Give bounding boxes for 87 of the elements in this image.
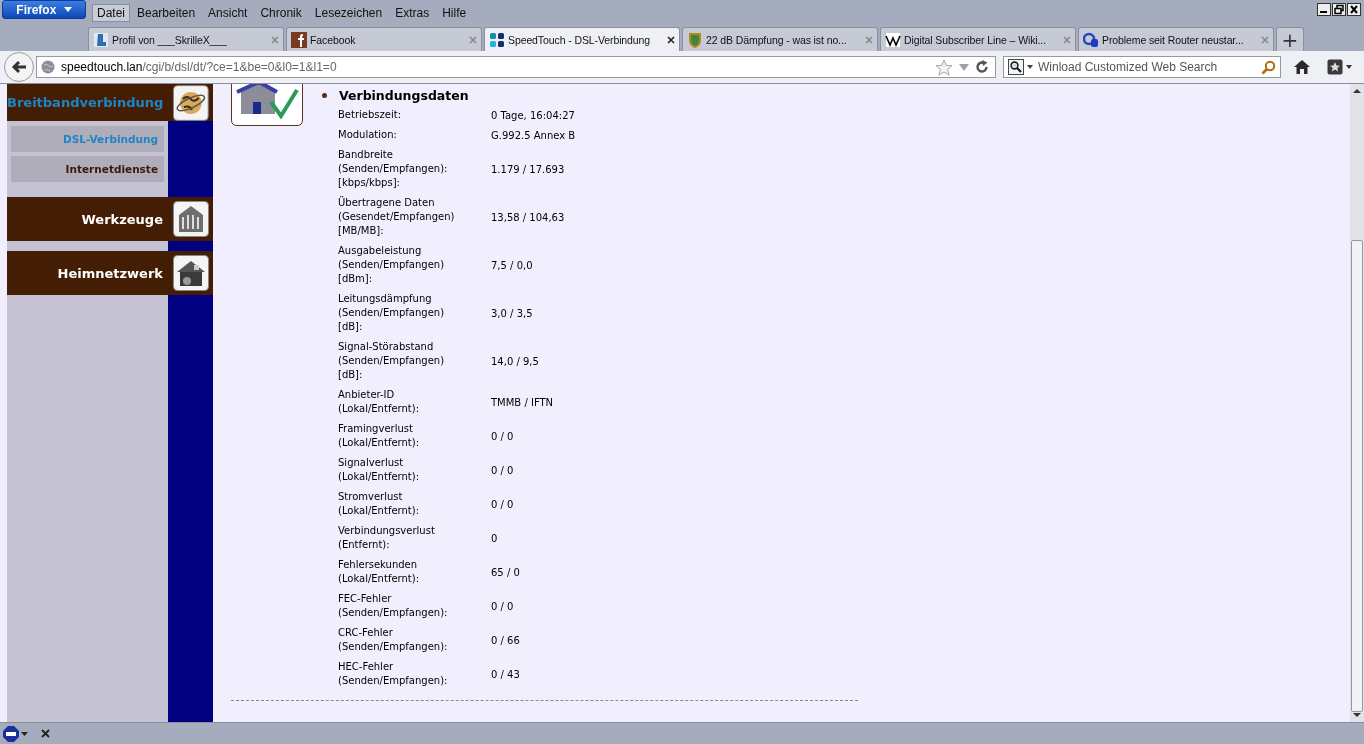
menu-item[interactable]: Chronik	[254, 3, 308, 22]
menu-item[interactable]: Ansicht	[202, 3, 254, 22]
field-label: Framingverlust (Lokal/Entfernt):	[338, 422, 421, 450]
section-heading: Verbindungsdaten	[339, 88, 469, 103]
field-value: 0 / 0	[491, 498, 514, 510]
speedtouch-icon	[489, 31, 505, 48]
tab-title: Probleme seit Router neustar...	[1102, 33, 1245, 46]
field-label: Leitungsdämpfung (Senden/Empfangen) [dB]:	[338, 292, 446, 334]
field-label: Stromverlust (Lokal/Entfernt):	[338, 490, 421, 518]
field-label: Signalverlust (Lokal/Entfernt):	[338, 456, 421, 484]
sidebar-section[interactable]: Heimnetzwerk	[7, 251, 213, 295]
field-value: 0	[491, 532, 498, 544]
sidebar-item[interactable]: Internetdienste	[11, 156, 164, 182]
close-icon[interactable]	[1347, 3, 1361, 16]
url-text: speedtouch.lan/cgi/b/dsl/dt/?ce=1&be=0&l0=1&l1=0	[61, 60, 338, 74]
field-label: FEC-Fehler (Senden/Empfangen):	[338, 592, 449, 620]
field-label: Verbindungsverlust (Entfernt):	[338, 524, 436, 552]
minimize-icon[interactable]	[1317, 3, 1331, 16]
field-value: 1.179 / 17.693	[491, 163, 565, 175]
menu-item[interactable]: Extras	[389, 3, 436, 22]
field-value: 7,5 / 0,0	[491, 259, 533, 271]
browser-tab[interactable]: Digital Subscriber Line – Wiki...	[880, 27, 1076, 51]
facebook-icon	[291, 31, 307, 48]
wikipedia-icon	[885, 31, 901, 48]
field-value: TMMB / IFTN	[491, 396, 554, 408]
tab-title: SpeedTouch - DSL-Verbindung	[508, 33, 652, 46]
field-label: Übertragene Daten (Gesendet/Empfangen) [MB/MB]:	[338, 196, 456, 238]
menu-item[interactable]: Hilfe	[436, 3, 473, 22]
back-button[interactable]	[4, 52, 34, 82]
new-tab-button[interactable]: +	[1276, 27, 1304, 51]
field-label: Signal-Störabstand (Senden/Empfangen) [dB]:	[338, 340, 446, 382]
field-label: HEC-Fehler (Senden/Empfangen):	[338, 660, 449, 688]
field-label: Modulation:	[338, 128, 398, 142]
shield-icon	[687, 31, 703, 48]
field-label: Fehlersekunden (Lokal/Entfernt):	[338, 558, 421, 586]
search-bar[interactable]: Winload Customized Web Search	[1003, 56, 1281, 78]
browser-tab[interactable]: Profil von ___SkrilleX___	[88, 27, 284, 51]
field-value: 0 / 0	[491, 464, 514, 476]
close-tab-icon[interactable]	[667, 35, 675, 44]
forum-icon	[1083, 31, 1099, 48]
field-label: Bandbreite (Senden/Empfangen): [kbps/kbps]:	[338, 148, 449, 190]
field-label: Ausgabeleistung (Senden/Empfangen) [dBm]:	[338, 244, 446, 286]
field-value: 0 Tage, 16:04:27	[491, 109, 575, 121]
search-icon[interactable]	[1261, 59, 1276, 75]
globe-icon	[41, 60, 55, 74]
tab-title: 22 dB Dämpfung - was ist no...	[706, 33, 848, 46]
back-arrow-icon	[10, 59, 28, 75]
field-value: G.992.5 Annex B	[491, 129, 576, 141]
address-bar[interactable]: speedtouch.lan/cgi/b/dsl/dt/?ce=1&be=0&l0=1&l1=0	[36, 56, 996, 78]
adblock-icon[interactable]	[3, 725, 29, 742]
sidebar-section[interactable]: Werkzeuge	[7, 197, 213, 241]
field-label: CRC-Fehler (Senden/Empfangen):	[338, 626, 449, 654]
browser-tab[interactable]: Probleme seit Router neustar...	[1078, 27, 1274, 51]
close-icon[interactable]	[41, 729, 50, 738]
browser-tab[interactable]: SpeedTouch - DSL-Verbindung	[484, 27, 680, 51]
scrollbar-thumb[interactable]	[1351, 240, 1363, 712]
field-value: 65 / 0	[491, 566, 520, 578]
toolbox-icon	[173, 201, 209, 237]
dropdown-arrow-icon[interactable]	[959, 63, 969, 71]
tab-title: Facebook	[310, 33, 357, 46]
search-engine-icon[interactable]	[1008, 59, 1034, 75]
field-value: 13,58 / 104,63	[491, 211, 565, 223]
search-field[interactable]: Winload Customized Web Search	[1034, 60, 1261, 74]
tab-title: Profil von ___SkrilleX___	[112, 33, 228, 46]
reload-icon[interactable]	[975, 60, 989, 74]
browser-tab[interactable]: 22 dB Dämpfung - was ist no...	[682, 27, 878, 51]
field-label: Betriebszeit:	[338, 108, 402, 122]
field-label: Anbieter-ID (Lokal/Entfernt):	[338, 388, 421, 416]
field-value: 14,0 / 9,5	[491, 355, 539, 367]
sidebar-section[interactable]: Breitbandverbindung	[7, 84, 213, 121]
field-value: 3,0 / 3,5	[491, 307, 533, 319]
scrollbar[interactable]	[1350, 84, 1364, 722]
restore-icon[interactable]	[1332, 3, 1346, 16]
browser-tab[interactable]: Facebook	[286, 27, 482, 51]
star-icon[interactable]	[935, 58, 953, 76]
bookmarks-icon[interactable]	[1327, 59, 1353, 75]
house-icon	[173, 255, 209, 291]
field-value: 0 / 43	[491, 668, 520, 680]
firefox-menu-button[interactable]: Firefox	[2, 0, 86, 19]
menu-item[interactable]: Lesezeichen	[308, 3, 389, 22]
field-value: 0 / 66	[491, 634, 520, 646]
home-icon[interactable]	[1293, 59, 1311, 75]
field-value: 0 / 0	[491, 430, 514, 442]
field-value: 0 / 0	[491, 600, 514, 612]
menu-item[interactable]: Datei	[92, 3, 130, 22]
tab-title: Digital Subscriber Line – Wiki...	[904, 33, 1047, 46]
menu-item[interactable]: Bearbeiten	[131, 3, 202, 22]
